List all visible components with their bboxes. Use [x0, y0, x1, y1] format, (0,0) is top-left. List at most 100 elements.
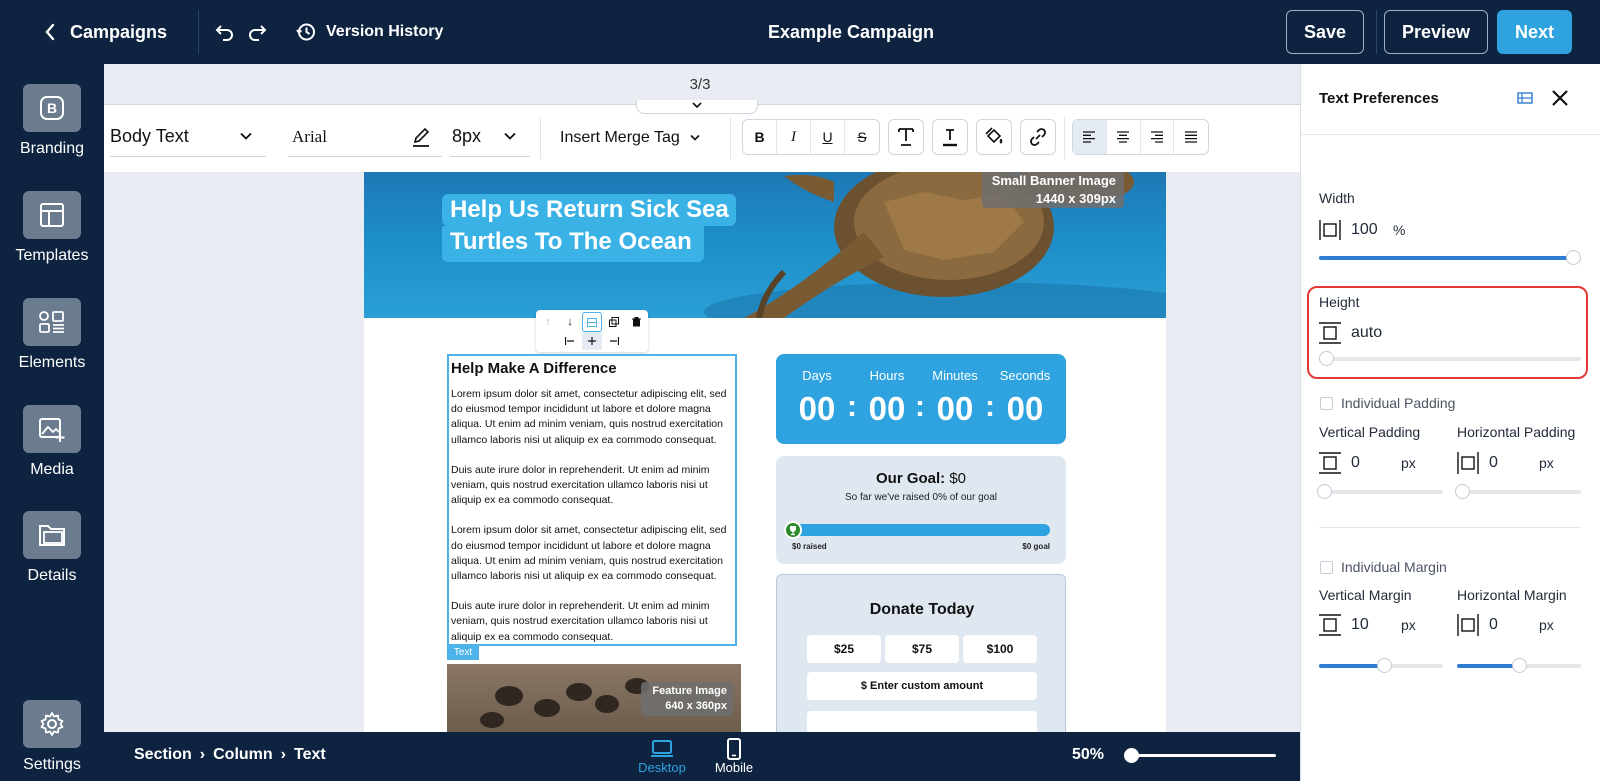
align-block-left-icon[interactable] — [560, 332, 580, 350]
timer-label-days: Days — [802, 368, 832, 383]
sidebar-item-details[interactable]: Details — [0, 511, 104, 585]
width-input[interactable]: 100 — [1351, 221, 1378, 239]
horizontal-margin-input[interactable]: 0 — [1489, 616, 1498, 634]
desktop-icon — [651, 740, 673, 758]
width-slider-knob[interactable] — [1566, 250, 1581, 265]
breadcrumb: Section › Column › Text — [134, 746, 326, 764]
goal-title: Our Goal: — [875, 470, 946, 487]
close-icon — [1550, 88, 1570, 108]
vertical-padding-input[interactable]: 0 — [1351, 454, 1360, 472]
breadcrumb-text[interactable]: Text — [294, 746, 326, 764]
close-panel-button[interactable] — [1550, 88, 1570, 108]
desktop-view-button[interactable]: Desktop — [630, 732, 694, 781]
sidebar-item-elements[interactable]: Elements — [0, 298, 104, 372]
fundraising-goal[interactable]: Our Goal: $0 So far we've raised 0% of o… — [776, 456, 1066, 564]
height-label: Height — [1319, 294, 1360, 310]
vertical-padding-slider-knob[interactable] — [1317, 484, 1332, 499]
text-highlight-button[interactable] — [932, 119, 968, 155]
fill-color-button[interactable] — [976, 119, 1012, 155]
donate-amount-25[interactable]: $25 — [807, 635, 881, 663]
top-bar: Campaigns Version History Example Campai… — [0, 0, 1600, 64]
donate-next-field[interactable] — [807, 711, 1037, 732]
move-up-icon[interactable]: ↑ — [538, 312, 558, 332]
align-left-button[interactable] — [1073, 120, 1107, 154]
sidebar-item-settings[interactable]: Settings — [0, 700, 104, 774]
preview-button[interactable]: Preview — [1384, 10, 1488, 54]
individual-margin-checkbox[interactable] — [1320, 561, 1333, 574]
breadcrumb-separator: › — [280, 746, 286, 763]
align-center-button[interactable] — [1107, 120, 1141, 154]
duplicate-icon[interactable] — [604, 312, 624, 332]
align-justify-button[interactable] — [1174, 120, 1208, 154]
mobile-view-button[interactable]: Mobile — [702, 732, 766, 781]
vertical-margin-slider[interactable] — [1319, 658, 1443, 673]
selected-text-block[interactable]: Help Make A Difference Lorem ipsum dolor… — [447, 354, 737, 646]
donate-block[interactable]: Donate Today $25 $75 $100 $ Enter custom… — [776, 574, 1066, 732]
width-slider[interactable] — [1319, 250, 1581, 265]
panel-layout-toggle[interactable] — [1517, 90, 1533, 106]
trash-icon[interactable] — [626, 312, 646, 332]
underline-button[interactable]: U — [811, 120, 845, 154]
version-history-button[interactable]: Version History — [296, 0, 443, 64]
goal-title-row: Our Goal: $0 — [776, 470, 1066, 487]
paint-bucket-icon — [984, 127, 1004, 147]
chevron-down-icon — [691, 101, 703, 110]
horizontal-padding-slider-knob[interactable] — [1455, 484, 1470, 499]
back-to-campaigns-button[interactable]: Campaigns — [44, 0, 167, 64]
custom-amount-input[interactable]: $ Enter custom amount — [807, 672, 1037, 700]
horizontal-margin-slider-knob[interactable] — [1512, 658, 1527, 673]
text-color-button[interactable] — [888, 119, 924, 155]
zoom-slider-knob[interactable] — [1124, 748, 1139, 763]
font-family-select[interactable]: Arial — [288, 117, 442, 157]
redo-button[interactable] — [248, 0, 268, 64]
details-icon — [23, 511, 81, 559]
height-input[interactable]: auto — [1351, 324, 1382, 342]
banner-image[interactable]: Help Us Return Sick Sea Turtles To The O… — [364, 172, 1166, 318]
vertical-padding-icon — [1319, 452, 1341, 474]
sidebar-item-templates[interactable]: Templates — [0, 191, 104, 265]
zoom-slider[interactable] — [1124, 748, 1276, 763]
align-right-button[interactable] — [1141, 120, 1175, 154]
mobile-icon — [727, 738, 741, 760]
link-button[interactable] — [1020, 119, 1056, 155]
height-slider-knob[interactable] — [1319, 351, 1334, 366]
height-slider[interactable] — [1319, 351, 1581, 366]
align-block-right-icon[interactable] — [604, 332, 624, 350]
divider — [198, 10, 199, 54]
next-button[interactable]: Next — [1497, 10, 1572, 54]
goal-target-label: $0 goal — [1022, 542, 1050, 551]
horizontal-margin-slider[interactable] — [1457, 658, 1581, 673]
insert-merge-tag-button[interactable]: Insert Merge Tag — [560, 129, 700, 147]
vertical-margin-input[interactable]: 10 — [1351, 616, 1369, 634]
horizontal-padding-slider[interactable] — [1455, 484, 1581, 499]
bold-button[interactable]: B — [743, 120, 777, 154]
breadcrumb-column[interactable]: Column — [213, 746, 273, 764]
text-style-select[interactable]: Body Text — [110, 117, 266, 157]
block-actions: ↑ ↓ — [536, 310, 648, 352]
feature-image[interactable]: Feature Image 640 x 360px — [447, 664, 741, 732]
font-size-select[interactable]: 8px — [450, 117, 530, 157]
strikethrough-button[interactable]: S — [845, 120, 879, 154]
vertical-padding-slider[interactable] — [1317, 484, 1443, 499]
page-indicator: 3/3 — [689, 76, 711, 93]
italic-button[interactable]: I — [777, 120, 811, 154]
move-down-icon[interactable]: ↓ — [560, 312, 580, 332]
collapse-toolbar-tab[interactable] — [636, 100, 758, 114]
undo-button[interactable] — [214, 0, 234, 64]
individual-padding-checkbox[interactable] — [1320, 397, 1333, 410]
select-column-icon[interactable] — [582, 312, 602, 332]
vertical-margin-slider-knob[interactable] — [1377, 658, 1392, 673]
sidebar-item-media[interactable]: Media — [0, 405, 104, 479]
countdown-timer[interactable]: Days Hours Minutes Seconds 00 : 00 : 00 … — [776, 354, 1066, 444]
donate-amount-75[interactable]: $75 — [885, 635, 959, 663]
feature-badge-line2: 640 x 360px — [665, 700, 727, 712]
redo-icon — [248, 23, 268, 41]
banner-size-badge: Small Banner Image 1440 x 309px — [982, 172, 1124, 208]
donate-amount-100[interactable]: $100 — [963, 635, 1037, 663]
horizontal-padding-input[interactable]: 0 — [1489, 454, 1498, 472]
feature-size-badge: Feature Image 640 x 360px — [641, 682, 733, 716]
sidebar-item-branding[interactable]: B Branding — [0, 84, 104, 158]
save-button[interactable]: Save — [1286, 10, 1364, 54]
breadcrumb-section[interactable]: Section — [134, 746, 192, 764]
align-block-center-icon[interactable] — [582, 332, 602, 350]
